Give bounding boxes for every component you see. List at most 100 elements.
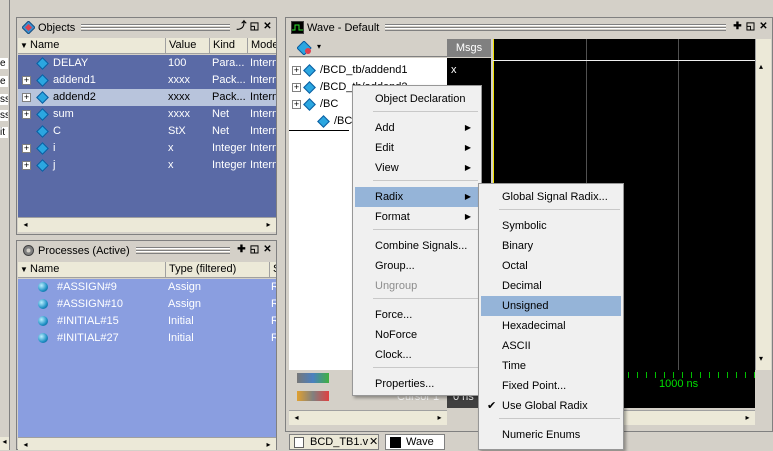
scroll-right-icon[interactable]: ▸ <box>262 219 275 231</box>
object-row[interactable]: + i x Integer Intern <box>18 140 276 157</box>
expand-icon[interactable]: + <box>22 144 31 153</box>
scroll-right-icon[interactable]: ▸ <box>741 412 754 424</box>
process-row[interactable]: #INITIAL#15 Initial R <box>18 313 276 330</box>
tab-bcd-tb1[interactable]: BCD_TB1.v ✕ <box>289 434 379 450</box>
radix-item-fixed-point[interactable]: Fixed Point... <box>481 376 621 396</box>
column-header-mode[interactable]: Mode <box>248 38 276 53</box>
titlebar-grip[interactable] <box>81 24 230 31</box>
process-type: Assign <box>168 281 202 293</box>
object-row[interactable]: + j x Integer Intern <box>18 157 276 174</box>
object-mode: Intern <box>250 125 276 137</box>
radix-item-symbolic[interactable]: Symbolic <box>481 216 621 236</box>
wave-signal-row[interactable]: + /BCD_tb/addend1 <box>289 62 447 79</box>
scroll-right-icon[interactable]: ▸ <box>262 439 275 451</box>
scroll-down-icon[interactable]: ▾ <box>759 354 763 363</box>
menu-item-clock[interactable]: Clock... <box>355 345 479 365</box>
maximize-icon[interactable]: ◱ <box>249 245 260 256</box>
titlebar-grip[interactable] <box>385 24 726 31</box>
expand-icon[interactable]: + <box>292 66 301 75</box>
expand-icon[interactable]: + <box>22 161 31 170</box>
menu-item-object-declaration[interactable]: Object Declaration <box>355 89 479 109</box>
menu-item-view[interactable]: View ▶ <box>355 158 479 178</box>
menu-separator <box>373 298 478 299</box>
scroll-left-arrow[interactable]: ◂ <box>0 437 9 450</box>
process-row[interactable]: #ASSIGN#10 Assign R <box>18 296 276 313</box>
menu-item-noforce[interactable]: NoForce <box>355 325 479 345</box>
radix-item-hexadecimal[interactable]: Hexadecimal <box>481 316 621 336</box>
close-icon[interactable]: ✕ <box>262 245 273 256</box>
process-name: #ASSIGN#10 <box>18 296 166 313</box>
objects-panel: Objects ⤴ ◱ ✕ ▼ Name Value Kind Mode DEL… <box>16 17 277 235</box>
zoom-tools-icon[interactable] <box>297 373 329 383</box>
column-header-state[interactable]: S <box>270 262 276 277</box>
object-value: StX <box>168 125 186 137</box>
processes-hscroll[interactable]: ◂ ▸ <box>18 437 276 450</box>
signal-toolbar: ▾ <box>289 39 447 57</box>
titlebar-grip[interactable] <box>135 247 230 254</box>
radix-item-global-signal-radix[interactable]: Global Signal Radix... <box>481 187 621 207</box>
radix-item-ascii[interactable]: ASCII <box>481 336 621 356</box>
column-header-name[interactable]: ▼ Name <box>18 262 166 277</box>
expand-icon[interactable]: + <box>22 93 31 102</box>
undock-icon[interactable]: ⤴ <box>236 22 247 33</box>
close-icon[interactable]: ✕ <box>262 22 273 33</box>
column-header-kind[interactable]: Kind <box>210 38 248 53</box>
maximize-icon[interactable]: ◱ <box>745 22 756 33</box>
column-header-value[interactable]: Value <box>166 38 210 53</box>
signal-icon <box>36 158 49 172</box>
wave-window-icon <box>390 437 401 448</box>
dock-icon[interactable]: ✚ <box>732 22 743 33</box>
scroll-left-icon[interactable]: ◂ <box>290 412 303 424</box>
radix-item-decimal[interactable]: Decimal <box>481 276 621 296</box>
object-name-text: C <box>53 125 61 137</box>
scroll-left-icon[interactable]: ◂ <box>19 439 32 451</box>
close-icon[interactable]: ✕ <box>369 435 378 449</box>
expand-icon[interactable]: + <box>22 76 31 85</box>
signal-icon <box>303 63 316 77</box>
menu-item-format[interactable]: Format ▶ <box>355 207 479 227</box>
objects-hscroll[interactable]: ◂ ▸ <box>18 217 276 232</box>
process-row[interactable]: #ASSIGN#9 Assign R <box>18 279 276 296</box>
scroll-up-icon[interactable]: ▴ <box>759 62 763 71</box>
process-row[interactable]: #INITIAL#27 Initial R <box>18 330 276 347</box>
object-row[interactable]: + addend2 xxxx Pack... Intern <box>18 89 276 106</box>
wave-vscroll[interactable]: ▴ ▾ <box>755 39 771 370</box>
menu-item-properties[interactable]: Properties... <box>355 374 479 394</box>
scroll-left-icon[interactable]: ◂ <box>19 219 32 231</box>
radix-item-numeric-enums[interactable]: Numeric Enums <box>481 425 621 445</box>
tab-wave[interactable]: Wave <box>385 434 445 450</box>
menu-item-combine-signals[interactable]: Combine Signals... <box>355 236 479 256</box>
file-icon <box>294 437 304 448</box>
maximize-icon[interactable]: ◱ <box>249 22 260 33</box>
cursor-tools-icon[interactable] <box>297 391 329 401</box>
object-row[interactable]: + addend1 xxxx Pack... Intern <box>18 72 276 89</box>
dock-icon[interactable]: ✚ <box>236 245 247 256</box>
object-value: 100 <box>168 57 187 69</box>
signal-group-icon[interactable] <box>297 41 313 55</box>
menu-item-radix[interactable]: Radix ▶ <box>355 187 479 207</box>
close-icon[interactable]: ✕ <box>758 22 769 33</box>
menu-item-add[interactable]: Add ▶ <box>355 118 479 138</box>
radix-item-use-global-radix[interactable]: ✔ Use Global Radix <box>481 396 621 416</box>
menu-item-edit[interactable]: Edit ▶ <box>355 138 479 158</box>
expand-icon[interactable]: + <box>292 100 301 109</box>
left-pane-text: ss <box>0 94 8 105</box>
names-hscroll[interactable]: ◂ ▸ <box>289 410 447 425</box>
expand-icon[interactable]: + <box>292 83 301 92</box>
radix-item-binary[interactable]: Binary <box>481 236 621 256</box>
radix-item-time[interactable]: Time <box>481 356 621 376</box>
menu-separator <box>499 418 620 419</box>
object-row[interactable]: C StX Net Intern <box>18 123 276 140</box>
menu-item-group[interactable]: Group... <box>355 256 479 276</box>
expand-icon[interactable]: + <box>22 110 31 119</box>
column-header-type[interactable]: Type (filtered) <box>166 262 270 277</box>
radix-item-octal[interactable]: Octal <box>481 256 621 276</box>
object-name: + sum <box>18 106 166 123</box>
object-row[interactable]: DELAY 100 Para... Intern <box>18 55 276 72</box>
radix-item-unsigned[interactable]: Unsigned <box>481 296 621 316</box>
menu-item-force[interactable]: Force... <box>355 305 479 325</box>
object-row[interactable]: + sum xxxx Net Intern <box>18 106 276 123</box>
scroll-right-icon[interactable]: ▸ <box>433 412 446 424</box>
chevron-down-icon[interactable]: ▾ <box>317 42 321 51</box>
column-header-name[interactable]: ▼ Name <box>18 38 166 53</box>
